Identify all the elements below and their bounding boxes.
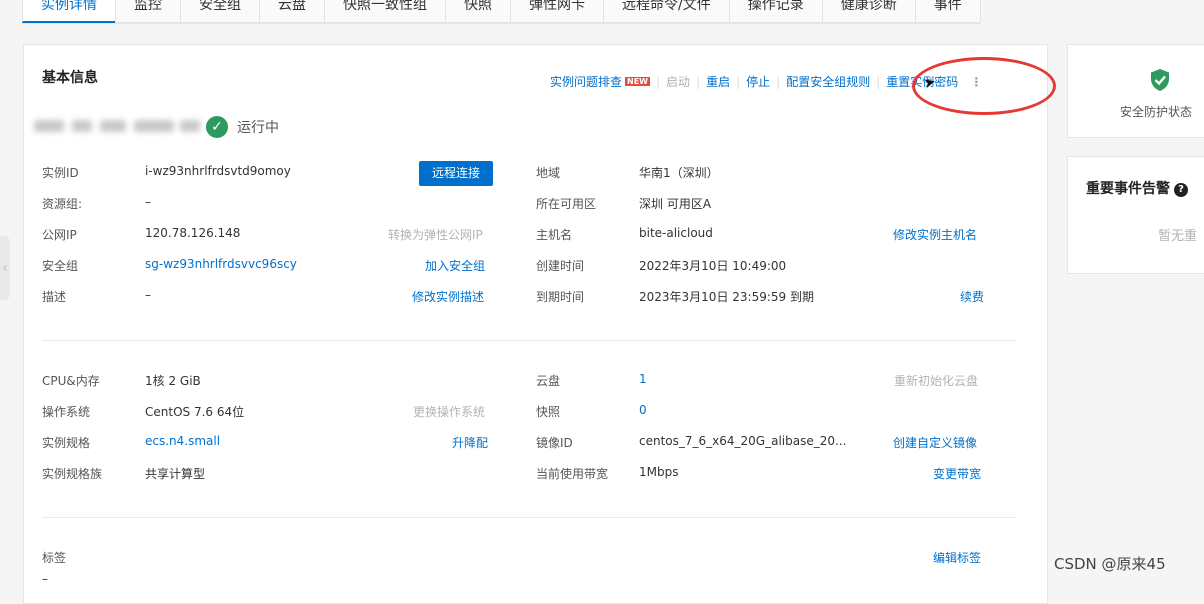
divider: | [736, 74, 741, 89]
value-region: 华南1（深圳） [639, 166, 719, 180]
tab-snapshots[interactable]: 快照 [445, 0, 511, 23]
value-tags: – [42, 572, 48, 586]
label-disks: 云盘 [536, 374, 561, 388]
events-title-text: 重要事件告警 [1086, 181, 1170, 197]
label-description: 描述 [42, 290, 67, 304]
config-sg-rules-link[interactable]: 配置安全组规则 [786, 73, 870, 90]
value-hostname: bite-alicloud [639, 226, 713, 240]
change-bandwidth-link[interactable]: 变更带宽 [933, 465, 981, 482]
value-snapshots-link[interactable]: 0 [639, 403, 647, 417]
label-hostname: 主机名 [536, 228, 573, 242]
label-resource-group: 资源组: [42, 197, 83, 211]
divider: | [656, 74, 661, 89]
basic-info-panel: 基本信息 实例问题排查 NEW | 启动 | 重启 | 停止 | 配置安全组规则… [23, 44, 1056, 604]
section-divider [42, 340, 1016, 341]
label-cpu-memory: CPU&内存 [42, 374, 100, 388]
tab-disks[interactable]: 云盘 [259, 0, 325, 23]
value-instance-type-link[interactable]: ecs.n4.small [145, 434, 220, 448]
tab-health-diagnosis[interactable]: 健康诊断 [821, 0, 916, 23]
stop-button[interactable]: 停止 [746, 73, 770, 90]
remote-connect-button[interactable]: 远程连接 [419, 161, 493, 186]
label-expire-time: 到期时间 [536, 290, 585, 304]
label-snapshots: 快照 [536, 405, 561, 419]
tab-eni[interactable]: 弹性网卡 [510, 0, 604, 23]
renew-link[interactable]: 续费 [960, 288, 984, 305]
tab-monitoring[interactable]: 监控 [115, 0, 181, 23]
value-expire-time: 2023年3月10日 23:59:59 到期 [639, 290, 814, 304]
label-zone: 所在可用区 [536, 197, 597, 211]
tab-operation-log[interactable]: 操作记录 [728, 0, 823, 23]
troubleshoot-link[interactable]: 实例问题排查 [550, 73, 622, 90]
label-security-group: 安全组 [42, 259, 79, 273]
divider: | [696, 74, 701, 89]
convert-eip-link[interactable]: 转换为弹性公网IP [388, 226, 483, 243]
edit-description-link[interactable]: 修改实例描述 [412, 288, 484, 305]
new-badge: NEW [625, 77, 650, 86]
status-text: 运行中 [237, 120, 279, 136]
shield-check-icon [1151, 69, 1169, 91]
divider: | [876, 74, 881, 89]
value-public-ip: 120.78.126.148 [145, 226, 241, 240]
value-created-time: 2022年3月10日 10:49:00 [639, 259, 787, 273]
security-status-label: 安全防护状态 [1120, 105, 1193, 119]
value-instance-id: i-wz93nhrlfrdsvtd9omoy [145, 164, 291, 178]
value-resource-group: – [145, 195, 151, 209]
value-security-group-link[interactable]: sg-wz93nhrlfrdsvvc96scy [145, 257, 297, 271]
tab-instance-details[interactable]: 实例详情 [22, 0, 116, 23]
edit-hostname-link[interactable]: 修改实例主机名 [893, 226, 977, 243]
running-check-icon: ✓ [206, 116, 228, 138]
events-empty-text: 暂无重 [1158, 229, 1198, 244]
label-created-time: 创建时间 [536, 259, 585, 273]
upgrade-downgrade-link[interactable]: 升降配 [452, 434, 488, 451]
start-button[interactable]: 启动 [666, 73, 690, 90]
section-divider [42, 517, 1016, 518]
label-bandwidth: 当前使用带宽 [536, 467, 609, 481]
value-disks-link[interactable]: 1 [639, 372, 647, 386]
tab-bar: 实例详情 监控 安全组 云盘 快照一致性组 快照 弹性网卡 远程命令/文件 操作… [22, 0, 981, 24]
value-bandwidth: 1Mbps [639, 465, 679, 479]
value-zone: 深圳 可用区A [639, 197, 712, 211]
label-tags: 标签 [42, 551, 67, 565]
tab-security-group[interactable]: 安全组 [180, 0, 260, 23]
label-os: 操作系统 [42, 405, 91, 419]
collapse-left-arrow-icon[interactable]: ‹ [0, 236, 10, 300]
tab-events[interactable]: 事件 [914, 0, 981, 23]
change-os-link[interactable]: 更换操作系统 [413, 403, 485, 420]
tab-snapshot-consistency-group[interactable]: 快照一致性组 [324, 0, 446, 23]
panel-title: 基本信息 [42, 70, 98, 86]
restart-button[interactable]: 重启 [706, 73, 730, 90]
divider: | [776, 74, 781, 89]
label-public-ip: 公网IP [42, 228, 77, 242]
join-security-group-link[interactable]: 加入安全组 [425, 257, 485, 274]
important-events-card: 重要事件告警? 暂无重 [1067, 156, 1204, 274]
instance-name-blurred [34, 116, 204, 134]
value-image-id: centos_7_6_x64_20G_alibase_20... [639, 434, 847, 448]
value-description: – [145, 288, 151, 302]
label-region: 地域 [536, 166, 561, 180]
label-image-id: 镜像ID [536, 436, 573, 450]
label-instance-family: 实例规格族 [42, 467, 103, 481]
edit-tags-link[interactable]: 编辑标签 [933, 549, 981, 566]
help-icon[interactable]: ? [1174, 183, 1188, 197]
security-status-card[interactable]: 安全防护状态 [1067, 44, 1204, 138]
watermark: CSDN @原来45 [1054, 555, 1166, 573]
label-instance-id: 实例ID [42, 166, 79, 180]
value-os: CentOS 7.6 64位 [145, 405, 245, 419]
events-title: 重要事件告警? [1086, 178, 1188, 198]
value-cpu-memory: 1核 2 GiB [145, 374, 201, 388]
reinit-disk-link[interactable]: 重新初始化云盘 [894, 372, 978, 389]
value-instance-family: 共享计算型 [145, 467, 206, 481]
label-instance-type: 实例规格 [42, 436, 91, 450]
create-custom-image-link[interactable]: 创建自定义镜像 [893, 434, 977, 451]
tab-remote-commands[interactable]: 远程命令/文件 [603, 0, 730, 23]
